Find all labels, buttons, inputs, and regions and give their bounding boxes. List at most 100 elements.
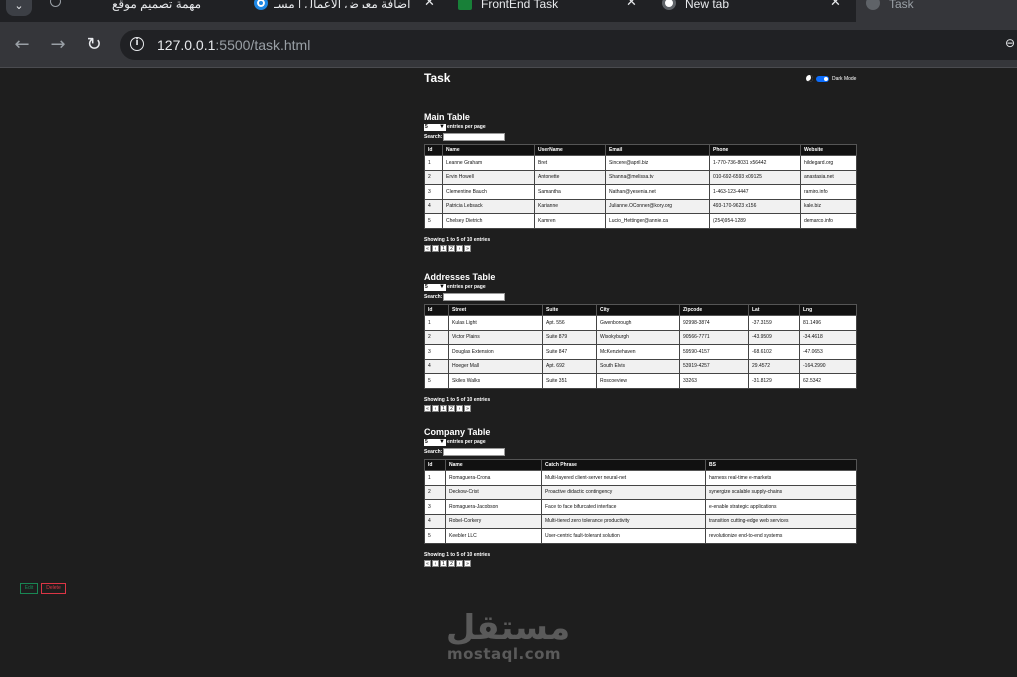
pagination-button[interactable]: › [456, 404, 463, 412]
column-header[interactable]: Id [424, 304, 449, 316]
table-row[interactable]: 4 Robel-Corkery Multi-tiered zero toleranc… [424, 513, 857, 529]
table-row[interactable]: 3 Romaguera-Jacobson Face to face bifurcat… [424, 499, 857, 515]
table-cell: transition cutting-edge web services [705, 513, 857, 529]
table-cell: synergize scalable supply-chains [705, 484, 857, 500]
tab-3[interactable]: FrontEnd Task ✕ [448, 0, 648, 22]
zoom-icon[interactable]: ⊖ [1005, 36, 1015, 50]
column-header[interactable]: Name [442, 144, 535, 156]
entries-select[interactable]: 5 [424, 438, 446, 446]
pagination-button[interactable]: ‹ [432, 404, 439, 412]
column-header[interactable]: Phone [709, 144, 801, 156]
column-header[interactable]: Id [424, 144, 443, 156]
pagination-button[interactable]: ‹ [432, 559, 439, 567]
pagination-button[interactable]: 2 [448, 559, 455, 567]
reload-icon[interactable]: ↻ [84, 35, 104, 55]
table-cell: 81.1496 [799, 315, 857, 331]
site-info-icon[interactable]: i [130, 37, 144, 51]
pagination-button[interactable]: « [424, 559, 431, 567]
pagination-button[interactable]: » [464, 244, 471, 252]
tab-search-button[interactable]: ⌄ [6, 0, 32, 16]
search-input[interactable] [443, 132, 506, 141]
table-row[interactable]: 5 Keebler LLC User-centric fault-tolerant … [424, 528, 857, 544]
forward-arrow-icon[interactable]: → [48, 35, 68, 55]
table-row[interactable]: 1 Leanne Graham Bret Sincere@april.biz 1-770… [424, 155, 857, 171]
close-icon[interactable]: ✕ [424, 0, 435, 8]
table-row[interactable]: 3 Douglas Extension Suite 847 McKenziehaven… [424, 344, 857, 360]
search-input[interactable] [443, 292, 506, 301]
table-cell: 90566-7771 [679, 329, 749, 345]
pagination-button[interactable]: ‹ [432, 244, 439, 252]
column-header[interactable]: Suite [542, 304, 597, 316]
table-cell: McKenziehaven [596, 344, 680, 360]
column-header[interactable]: Lng [799, 304, 857, 316]
column-header[interactable]: BS [705, 459, 857, 471]
table-row[interactable]: 5 Skiles Walks Suite 351 Roscoeview 33263 -31… [424, 373, 857, 389]
pagination-button[interactable]: 1 [440, 404, 447, 412]
pagination-button[interactable]: « [424, 404, 431, 412]
edit-button[interactable]: Edit [20, 583, 38, 594]
close-icon[interactable]: ✕ [626, 0, 637, 8]
column-header[interactable]: Lat [748, 304, 800, 316]
close-icon[interactable]: ✕ [830, 0, 841, 8]
mostaql-logo: مستقل [446, 608, 570, 647]
table-row[interactable]: 2 Victor Plains Suite 879 Wisokyburgh 90566-… [424, 329, 857, 345]
column-header[interactable]: UserName [534, 144, 606, 156]
table-row[interactable]: 1 Kulas Light Apt. 556 Gwenborough 92998-387… [424, 315, 857, 331]
column-header[interactable]: Website [800, 144, 857, 156]
tab-1[interactable]: مهمة تصميم موقع [40, 0, 240, 22]
table-cell: South Elvis [596, 358, 680, 374]
table-cell: Victor Plains [448, 329, 543, 345]
table-row[interactable]: 3 Clementine Bauch Samantha Nathan@yesenia.… [424, 184, 857, 200]
table-cell: 4 [424, 358, 449, 374]
pagination-button[interactable]: 1 [440, 244, 447, 252]
table-row[interactable]: 2 Deckow-Crist Proactive didactic continge… [424, 484, 857, 500]
column-header[interactable]: Zipcode [679, 304, 749, 316]
pagination-button[interactable]: › [456, 559, 463, 567]
tab-5[interactable]: Task [856, 0, 1017, 22]
address-bar[interactable]: i 127.0.0.1:5500/task.html [120, 30, 1017, 60]
search-input[interactable] [443, 447, 506, 456]
entries-control: 5 entries per page [424, 283, 856, 291]
dark-mode-switch[interactable] [816, 75, 829, 82]
dark-mode-toggle[interactable]: Dark Mode [806, 75, 856, 82]
table-row[interactable]: 5 Chelsey Dietrich Kamren Lucio_Hettinger@a… [424, 213, 857, 229]
column-header[interactable]: Catch Phrase [541, 459, 706, 471]
column-header[interactable]: Email [605, 144, 710, 156]
column-header[interactable]: Name [445, 459, 542, 471]
table-row[interactable]: 2 Ervin Howell Antonette Shanna@melissa.tv 0… [424, 169, 857, 185]
pagination-button[interactable]: « [424, 244, 431, 252]
browser-toolbar: ← → ↻ i 127.0.0.1:5500/task.html [0, 22, 1017, 68]
pagination-button[interactable]: 2 [448, 244, 455, 252]
pagination-button[interactable]: 1 [440, 559, 447, 567]
entries-select[interactable]: 5 [424, 123, 446, 131]
column-header[interactable]: City [596, 304, 680, 316]
table-row[interactable]: 4 Patricia Lebsack Karianne Julianne.OConne… [424, 198, 857, 214]
table-cell: 4 [424, 513, 446, 529]
table-row[interactable]: 1 Romaguera-Crona Multi-layered client-ser… [424, 470, 857, 486]
chrome-icon [662, 0, 676, 10]
moon-icon [806, 75, 813, 82]
delete-button[interactable]: Delete [41, 583, 66, 594]
back-arrow-icon[interactable]: ← [12, 35, 32, 55]
table-cell: Deckow-Crist [445, 484, 542, 500]
table-cell: 92998-3874 [679, 315, 749, 331]
table-cell: 2 [424, 169, 443, 185]
table-row[interactable]: 4 Hoeger Mall Apt. 692 South Elvis 53919-425… [424, 358, 857, 374]
pagination-button[interactable]: » [464, 404, 471, 412]
column-header[interactable]: Id [424, 459, 446, 471]
tab-4[interactable]: New tab ✕ [652, 0, 852, 22]
table-cell: 5 [424, 373, 449, 389]
tab-2[interactable]: إضافة معرض الأعمال | مسـ ✕ [244, 0, 444, 22]
table-cell: 59590-4157 [679, 344, 749, 360]
showing-info: Showing 1 to 5 of 10 entries [424, 551, 491, 558]
pagination-button[interactable]: › [456, 244, 463, 252]
column-header[interactable]: Street [448, 304, 543, 316]
url-text[interactable]: 127.0.0.1:5500/task.html [157, 37, 310, 53]
table-cell: 3 [424, 344, 449, 360]
entries-select[interactable]: 5 [424, 283, 446, 291]
pagination-button[interactable]: 2 [448, 404, 455, 412]
globe-icon [866, 0, 880, 10]
pagination-button[interactable]: » [464, 559, 471, 567]
addresses-table-title: Addresses Table [424, 272, 496, 282]
table-cell: -47.0653 [799, 344, 857, 360]
